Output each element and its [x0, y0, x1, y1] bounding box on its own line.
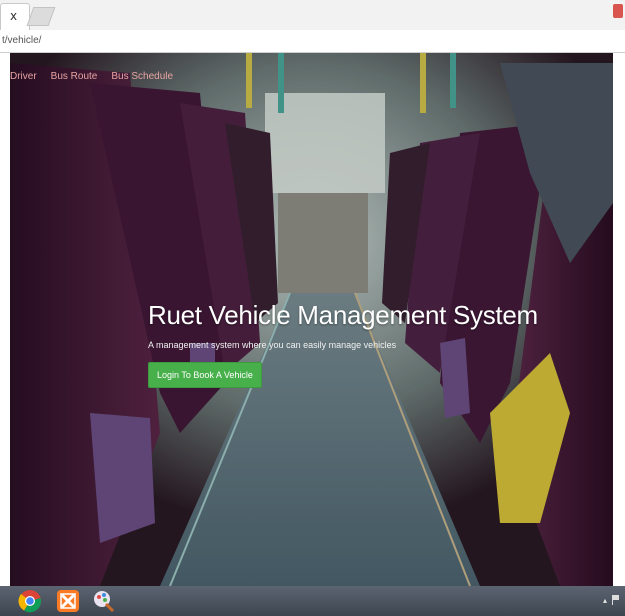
- paint-icon[interactable]: [92, 589, 116, 613]
- xampp-icon[interactable]: [56, 589, 80, 613]
- tray-show-hidden-icon[interactable]: ▴: [603, 596, 607, 605]
- top-navbar: Driver Bus Route Bus Schedule: [10, 71, 187, 87]
- new-tab-button[interactable]: [26, 7, 56, 26]
- window-control-icon[interactable]: [613, 4, 623, 18]
- windows-taskbar: ▴: [0, 586, 625, 616]
- tab-close-icon[interactable]: x: [10, 9, 17, 23]
- url-text[interactable]: t/vehicle/: [2, 35, 41, 46]
- hero-subtitle: A management system where you can easily…: [148, 340, 397, 350]
- hero-title: Ruet Vehicle Management System: [148, 300, 538, 330]
- page-viewport: Driver Bus Route Bus Schedule Ruet Vehic…: [10, 53, 613, 586]
- chrome-icon[interactable]: [18, 589, 42, 613]
- nav-link-bus-schedule[interactable]: Bus Schedule: [111, 71, 173, 87]
- hero-section: Ruet Vehicle Management System A managem…: [148, 300, 538, 388]
- login-book-vehicle-button[interactable]: Login To Book A Vehicle: [148, 362, 262, 388]
- address-bar[interactable]: t/vehicle/: [0, 30, 625, 53]
- nav-link-bus-route[interactable]: Bus Route: [51, 71, 98, 87]
- browser-tab-strip: x: [0, 0, 625, 31]
- nav-link-driver[interactable]: Driver: [10, 71, 37, 87]
- action-center-flag-icon[interactable]: [612, 595, 621, 605]
